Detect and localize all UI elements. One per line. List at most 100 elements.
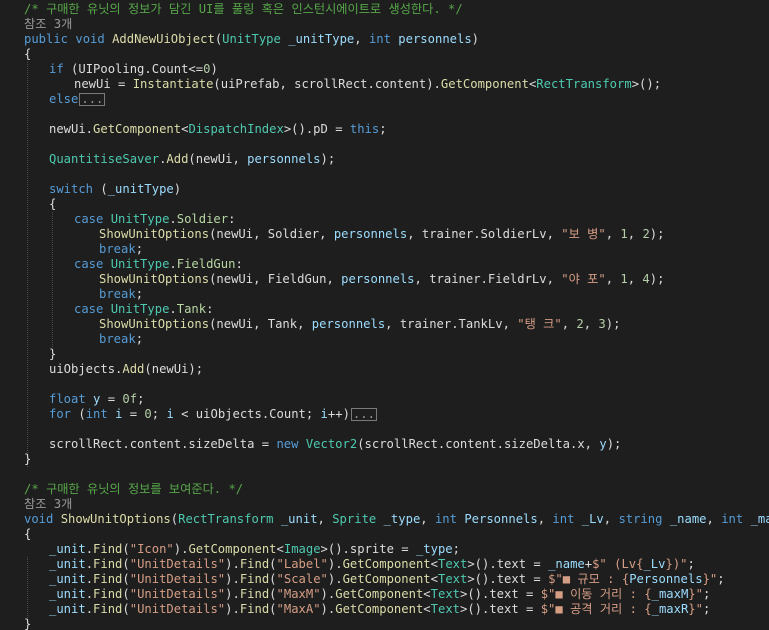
code-token: ); [606, 437, 622, 451]
code-line[interactable]: { [0, 527, 769, 542]
code-token: ( [269, 572, 277, 586]
code-line-text: 참조 3개 [24, 17, 72, 32]
code-line[interactable]: _unit.Find("Icon").GetComponent<Image>()… [0, 542, 769, 557]
code-token: _maxM [750, 512, 769, 526]
code-token: for [49, 407, 72, 421]
code-token: ; [379, 122, 387, 136]
code-token: personnels [341, 272, 415, 286]
code-line[interactable]: 참조 3개 [0, 17, 769, 32]
code-token: , [561, 317, 577, 331]
code-line[interactable]: float y = 0f; [0, 392, 769, 407]
code-line[interactable]: break; [0, 332, 769, 347]
code-line[interactable]: _unit.Find("UnitDetails").Find("Scale").… [0, 572, 769, 587]
code-token: "MaxA" [276, 602, 321, 616]
code-line[interactable]: { [0, 47, 769, 62]
code-token: ); [320, 152, 336, 166]
code-token: 2 [642, 227, 650, 241]
code-token: ShowUnitOptions [60, 512, 171, 526]
codelens-references-link[interactable]: 참조 3개 [24, 17, 72, 31]
code-token: _unit [49, 587, 86, 601]
code-line[interactable]: } [0, 617, 769, 630]
code-line[interactable]: } [0, 347, 769, 362]
code-token: _unit [49, 557, 86, 571]
code-line[interactable]: case UnitType.FieldGun: [0, 257, 769, 272]
code-token: Find [93, 587, 123, 601]
code-token: . [169, 302, 177, 316]
code-line[interactable]: /* 구매한 유닛의 정보를 보여준다. */ [0, 482, 769, 497]
code-token: Vector2 [305, 437, 358, 451]
code-line[interactable] [0, 422, 769, 437]
code-token: . [169, 257, 177, 271]
code-token: "Label" [276, 557, 328, 571]
code-line[interactable] [0, 377, 769, 392]
collapsed-region-button[interactable]: ... [79, 93, 106, 106]
code-token: . [85, 542, 94, 556]
code-line[interactable]: case UnitType.Tank: [0, 302, 769, 317]
code-editor[interactable]: /* 구매한 유닛의 정보가 담긴 UI를 풀링 혹은 인스턴시에이트로 생성한… [0, 0, 769, 630]
code-token: _unit [49, 602, 86, 616]
code-line[interactable]: ShowUnitOptions(newUi, FieldGun, personn… [0, 272, 769, 287]
code-token: if [49, 62, 64, 76]
code-line[interactable]: /* 구매한 유닛의 정보가 담긴 UI를 풀링 혹은 인스턴시에이트로 생성한… [0, 2, 769, 17]
code-line[interactable]: switch (_unitType) [0, 182, 769, 197]
code-token: "야 포" [561, 272, 606, 286]
code-line[interactable] [0, 467, 769, 482]
code-line[interactable]: break; [0, 242, 769, 257]
code-line-text: _unit.Find("UnitDetails").Find("Label").… [49, 557, 695, 572]
code-line-text: ShowUnitOptions(newUi, FieldGun, personn… [99, 272, 664, 287]
code-line[interactable]: _unit.Find("UnitDetails").Find("MaxM").G… [0, 587, 769, 602]
code-token: GetComponent [335, 602, 424, 616]
code-line[interactable] [0, 107, 769, 122]
code-token: UnitType [110, 257, 170, 271]
code-token: AddNewUiObject [112, 32, 215, 46]
code-token: ; [717, 572, 725, 586]
code-token: { [24, 527, 32, 541]
code-line[interactable]: for (int i = 0; i < uiObjects.Count; i++… [0, 407, 769, 422]
code-token: , trainer.TankLv, [385, 317, 518, 331]
code-line[interactable]: newUi.GetComponent<DispatchIndex>().pD =… [0, 122, 769, 137]
code-line[interactable] [0, 137, 769, 152]
code-line[interactable]: else... [0, 92, 769, 107]
code-line[interactable]: ShowUnitOptions(newUi, Tank, personnels,… [0, 317, 769, 332]
code-line[interactable]: 참조 3개 [0, 497, 769, 512]
code-line[interactable]: break; [0, 287, 769, 302]
code-line[interactable]: case UnitType.Soldier: [0, 212, 769, 227]
code-line-text: void ShowUnitOptions(RectTransform _unit… [24, 512, 769, 527]
code-token: "UnitDetails" [129, 602, 226, 616]
code-line[interactable]: newUi = Instantiate(uiPrefab, scrollRect… [0, 77, 769, 92]
code-token: GetComponent [93, 122, 182, 136]
code-line[interactable]: ShowUnitOptions(newUi, Soldier, personne… [0, 227, 769, 242]
code-line[interactable]: uiObjects.Add(newUi); [0, 362, 769, 377]
code-token: = [122, 407, 145, 421]
code-token: $"■ 규모 : { [548, 572, 630, 586]
code-token: _Lv [643, 557, 666, 571]
code-line[interactable]: public void AddNewUiObject(UnitType _uni… [0, 32, 769, 47]
code-token: : [235, 257, 243, 271]
code-token: (scrollRect.content.sizeDelta.x, [357, 437, 600, 451]
code-line[interactable]: QuantitiseSaver.Add(newUi, personnels); [0, 152, 769, 167]
code-line[interactable]: { [0, 197, 769, 212]
code-line[interactable]: void ShowUnitOptions(RectTransform _unit… [0, 512, 769, 527]
code-token: ( [71, 407, 86, 421]
code-line[interactable] [0, 167, 769, 182]
code-line[interactable]: } [0, 452, 769, 467]
code-token: } [24, 452, 32, 466]
code-line[interactable]: if (UIPooling.Count<=0) [0, 62, 769, 77]
code-token: case [74, 302, 104, 316]
code-line[interactable]: scrollRect.content.sizeDelta = new Vecto… [0, 437, 769, 452]
code-token: < uiObjects.Count; [173, 407, 321, 421]
code-line[interactable]: _unit.Find("UnitDetails").Find("MaxA").G… [0, 602, 769, 617]
collapsed-region-button[interactable]: ... [350, 408, 377, 421]
code-token: personnels [311, 317, 386, 331]
code-token: GetComponent [440, 77, 529, 91]
code-token: : [206, 302, 214, 316]
code-token: ; [135, 332, 144, 346]
code-token: UnitType [110, 212, 170, 226]
code-token: "보 병" [561, 227, 606, 241]
code-line[interactable]: _unit.Find("UnitDetails").Find("Label").… [0, 557, 769, 572]
codelens-references-link[interactable]: 참조 3개 [24, 497, 72, 511]
code-token: UnitType [110, 302, 170, 316]
